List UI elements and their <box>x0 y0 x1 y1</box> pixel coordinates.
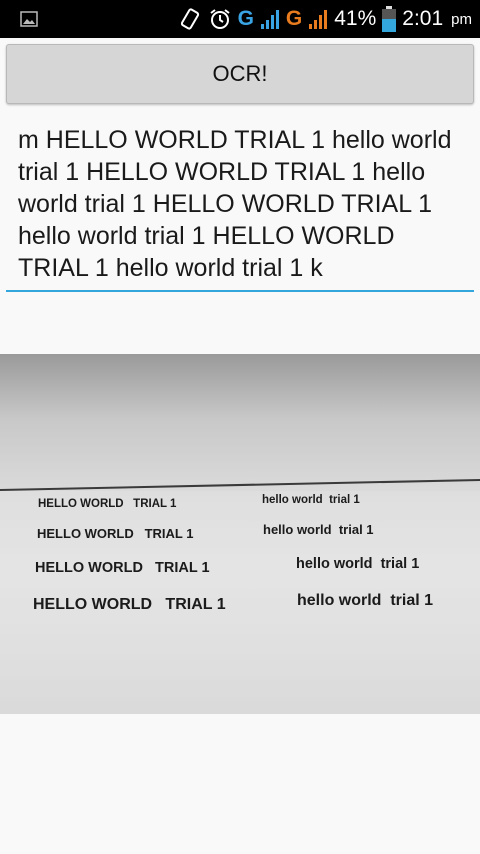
captured-photo: HELLO WORLD TRIAL 1 hello world trial 1 … <box>0 354 480 714</box>
vibrate-icon <box>180 8 199 30</box>
image-notification-icon <box>20 11 38 27</box>
photo-row-4-right: hello world trial 1 <box>297 592 433 609</box>
signal-g-icon-2: G <box>285 7 303 30</box>
battery-percent: 41% <box>334 7 377 30</box>
photo-row-2-right: hello world trial 1 <box>263 522 374 537</box>
status-bar: G G 41% 2:01 pm <box>0 0 480 38</box>
signal-g-icon: G <box>237 7 254 30</box>
photo-row-3-right: hello world trial 1 <box>296 556 419 572</box>
ocr-button[interactable]: OCR! <box>6 44 474 104</box>
clock-ampm: pm <box>451 10 472 28</box>
photo-row-1-right: hello world trial 1 <box>262 494 360 506</box>
status-icons: G G 41% 2:01 pm <box>178 0 472 38</box>
photo-row-3-left: HELLO WORLD TRIAL 1 <box>35 560 210 576</box>
ocr-result-field[interactable]: m HELLO WORLD TRIAL 1 hello world trial … <box>6 120 474 292</box>
alarm-icon <box>209 9 230 29</box>
clock-time: 2:01 <box>402 7 444 30</box>
signal-bars-icon <box>260 10 279 29</box>
battery-icon <box>382 6 397 32</box>
ocr-result-text: m HELLO WORLD TRIAL 1 hello world trial … <box>18 126 452 282</box>
photo-row-2-left: HELLO WORLD TRIAL 1 <box>37 526 193 541</box>
signal-bars-icon-2 <box>309 10 328 29</box>
photo-row-4-left: HELLO WORLD TRIAL 1 <box>33 596 226 613</box>
photo-row-1-left: HELLO WORLD TRIAL 1 <box>38 498 177 510</box>
